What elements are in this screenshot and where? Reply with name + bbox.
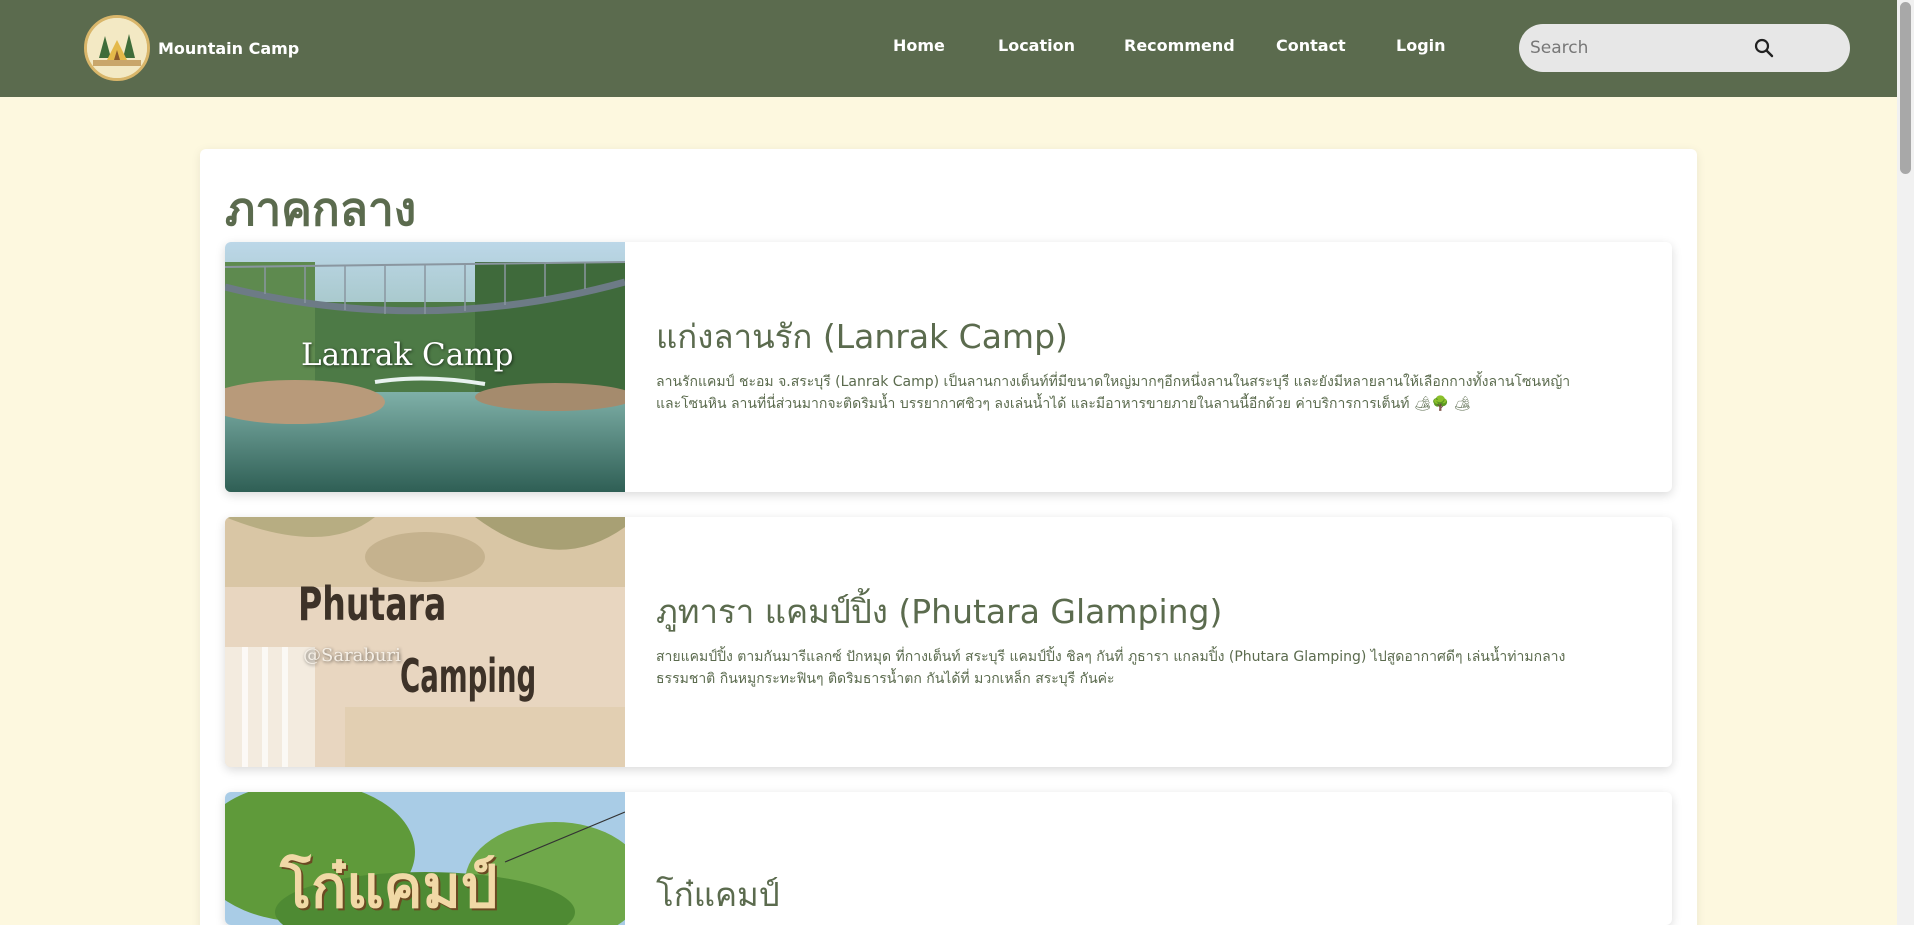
scrollbar-thumb[interactable] (1900, 2, 1911, 174)
region-panel: ภาคกลาง Lanrak Camp แก่งลานรัก (Lanrak C… (200, 149, 1697, 925)
camp-body: โก๋แคมป์ (656, 792, 1656, 921)
camp-image-caption: โก๋แคมป์ (280, 853, 498, 921)
camp-card-lanrak[interactable]: Lanrak Camp แก่งลานรัก (Lanrak Camp) ลาน… (225, 242, 1672, 492)
camp-title[interactable]: แก่งลานรัก (Lanrak Camp) (656, 310, 1656, 363)
camp-image-ko-camp: โก๋แคมป์ (225, 792, 625, 925)
nav-location[interactable]: Location (998, 36, 1124, 55)
search-input[interactable] (1530, 38, 1760, 58)
camp-image-caption: @Saraburi (303, 645, 401, 666)
brand-link[interactable]: Mountain Camp (84, 15, 299, 81)
camp-card-phutara[interactable]: Phutara @Saraburi Camping ภูทารา แคมป์ปิ… (225, 517, 1672, 767)
nav-login[interactable]: Login (1396, 36, 1446, 55)
camp-image-lanrak: Lanrak Camp (225, 242, 625, 492)
brand-name: Mountain Camp (158, 38, 300, 58)
camp-description: ลานรักแคมป์ ชะอม จ.สระบุรี (Lanrak Camp)… (656, 374, 1571, 412)
camp-title[interactable]: ภูทารา แคมป์ปิ้ง (Phutara Glamping) (656, 585, 1656, 638)
search-icon[interactable] (1753, 37, 1775, 59)
camp-title[interactable]: โก๋แคมป์ (656, 868, 1656, 921)
camp-image-phutara: Phutara @Saraburi Camping (225, 517, 625, 767)
nav-home[interactable]: Home (893, 36, 998, 55)
nav-contact[interactable]: Contact (1276, 36, 1396, 55)
camp-body: ภูทารา แคมป์ปิ้ง (Phutara Glamping) สายแ… (656, 517, 1656, 690)
camp-card-ko-camp[interactable]: โก๋แคมป์ โก๋แคมป์ (225, 792, 1672, 925)
main-nav: Home Location Recommend Contact Login (893, 36, 1446, 55)
nav-recommend[interactable]: Recommend (1124, 36, 1276, 55)
camp-image-caption: Lanrak Camp (301, 337, 514, 373)
navbar: Mountain Camp Home Location Recommend Co… (0, 0, 1897, 97)
camp-image-caption: Camping (400, 649, 537, 703)
page-scrollbar[interactable] (1897, 0, 1914, 925)
camp-image-caption: Phutara (298, 577, 447, 631)
search-box (1519, 24, 1850, 72)
logo-icon (84, 15, 150, 81)
region-title: ภาคกลาง (225, 182, 417, 236)
camp-description: สายแคมป์ปิ้ง ตามกันมารีแลกซ์ ปักหมุด ที่… (656, 649, 1566, 687)
camp-body: แก่งลานรัก (Lanrak Camp) ลานรักแคมป์ ชะอ… (656, 242, 1656, 415)
